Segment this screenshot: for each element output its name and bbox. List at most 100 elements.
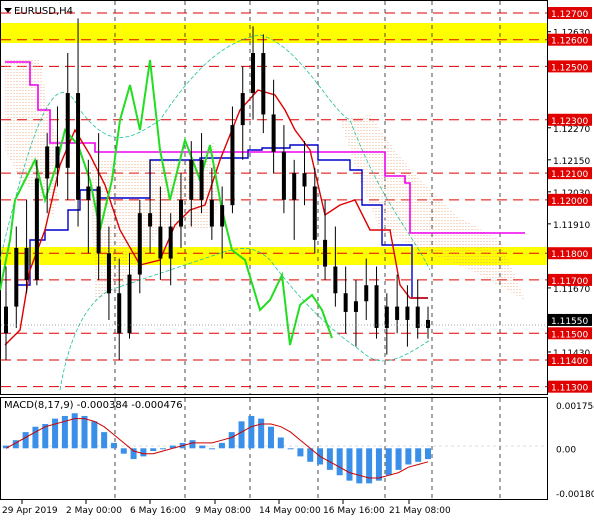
- price-tick-label: 1.12150: [553, 157, 590, 167]
- time-tick-label: 14 May 00:00: [259, 506, 321, 516]
- level-label: 1.11700: [551, 277, 588, 287]
- level-label: 1.11800: [551, 250, 588, 260]
- candle-body: [395, 306, 400, 320]
- macd-bar: [199, 445, 206, 449]
- trading-chart[interactable]: EURUSD,H4 MACD(8,17,9) -0.000384 -0.0004…: [0, 0, 594, 521]
- level-label: 1.11300: [551, 384, 588, 394]
- macd-axis: 0.001754 0.00 -0.001806: [556, 402, 594, 500]
- macd-bar: [218, 442, 225, 449]
- time-axis: 29 Apr 2019 2 May 00:00 6 May 16:00 9 May 0…: [2, 500, 451, 516]
- macd-bar: [81, 415, 88, 449]
- macd-tick-label: 0.00: [556, 445, 576, 455]
- candle-body: [343, 293, 348, 312]
- candle-body: [4, 306, 8, 334]
- level-label: 1.12600: [551, 37, 588, 47]
- macd-bar: [228, 432, 235, 449]
- macd-bar: [248, 415, 255, 449]
- time-tick-label: 21 May 08:00: [389, 506, 451, 516]
- macd-bar: [189, 440, 196, 449]
- macd-bar: [356, 448, 363, 484]
- candle-body: [65, 93, 70, 168]
- candle-body: [148, 213, 153, 227]
- candle-body: [168, 226, 173, 259]
- candle-body: [158, 226, 163, 259]
- candle-body: [312, 186, 317, 240]
- macd-bar: [287, 448, 294, 450]
- macd-bar: [395, 448, 402, 470]
- candle-body: [220, 205, 225, 227]
- candle-body: [364, 285, 369, 302]
- candle-body: [292, 173, 297, 200]
- candle-body: [24, 247, 29, 280]
- macd-bar: [415, 448, 422, 462]
- candle-body: [426, 319, 430, 328]
- candle-body: [86, 186, 91, 200]
- level-label: 1.12500: [551, 63, 588, 73]
- macd-tick-label: -0.001806: [556, 490, 594, 500]
- time-tick-label: 9 May 08:00: [195, 506, 251, 516]
- candle-body: [415, 306, 420, 328]
- candle-body: [96, 186, 101, 254]
- chart-title[interactable]: EURUSD,H4: [4, 6, 73, 17]
- macd-tick-label: 0.001754: [556, 402, 594, 412]
- main-chart-frame: [0, 0, 548, 395]
- candle-body: [178, 199, 183, 227]
- macd-bar: [336, 448, 343, 476]
- macd-bar: [101, 432, 108, 449]
- candle-body: [127, 274, 132, 334]
- candle-body: [199, 159, 204, 200]
- current-price-label: 1.11550: [551, 317, 588, 327]
- level-label: 1.12700: [551, 10, 588, 20]
- level-label: 1.11400: [551, 357, 588, 367]
- candle-body: [281, 151, 286, 200]
- svg-text:EURUSD,H4: EURUSD,H4: [14, 6, 73, 17]
- macd-bar: [209, 448, 216, 450]
- macd-bar: [110, 442, 117, 449]
- candle-body: [323, 239, 328, 267]
- candle-body: [14, 247, 19, 307]
- macd-bar: [120, 448, 127, 454]
- candle-body: [230, 125, 235, 206]
- price-axis: 1.126301.122701.121501.120301.119101.116…: [547, 7, 592, 394]
- candle-body: [34, 178, 39, 280]
- price-tick-label: 1.11910: [553, 221, 590, 231]
- candle-body: [55, 146, 60, 168]
- macd-bar: [267, 426, 274, 449]
- macd-bar: [150, 448, 157, 451]
- macd-bar: [326, 448, 333, 470]
- macd-bar: [160, 448, 167, 450]
- level-label: 1.11500: [551, 330, 588, 340]
- candle-body: [353, 301, 358, 312]
- time-tick-label: 2 May 00:00: [66, 506, 122, 516]
- candle-body: [251, 53, 256, 94]
- macd-bar: [375, 448, 382, 481]
- candle-body: [137, 213, 142, 275]
- macd-label: MACD(8,17,9) -0.000384 -0.000476: [4, 400, 183, 411]
- macd-bar: [277, 437, 284, 449]
- candle-body: [209, 199, 214, 227]
- level-label: 1.12000: [551, 197, 588, 207]
- macd-bar: [346, 448, 353, 481]
- time-tick-label: 6 May 16:00: [130, 506, 186, 516]
- macd-bar: [297, 448, 304, 457]
- macd-panel-frame: [0, 397, 548, 500]
- macd-bar: [22, 432, 29, 449]
- macd-bar: [425, 448, 431, 460]
- highlight-band-lower: [1, 247, 547, 265]
- macd-bar: [385, 448, 392, 476]
- candle-body: [261, 53, 266, 115]
- macd-bar: [405, 448, 412, 465]
- candle-body: [117, 293, 122, 334]
- candle-body: [106, 253, 111, 294]
- candle-body: [302, 173, 307, 187]
- candle-body: [271, 114, 276, 152]
- time-tick-label: 29 Apr 2019: [2, 506, 58, 516]
- candle-body: [374, 285, 379, 328]
- macd-bar: [130, 448, 137, 460]
- macd-bar: [91, 421, 98, 449]
- macd-bar: [238, 421, 245, 449]
- candle-body: [240, 93, 245, 126]
- macd-bar: [258, 418, 265, 449]
- candle-body: [189, 159, 194, 200]
- macd-bar: [140, 448, 147, 457]
